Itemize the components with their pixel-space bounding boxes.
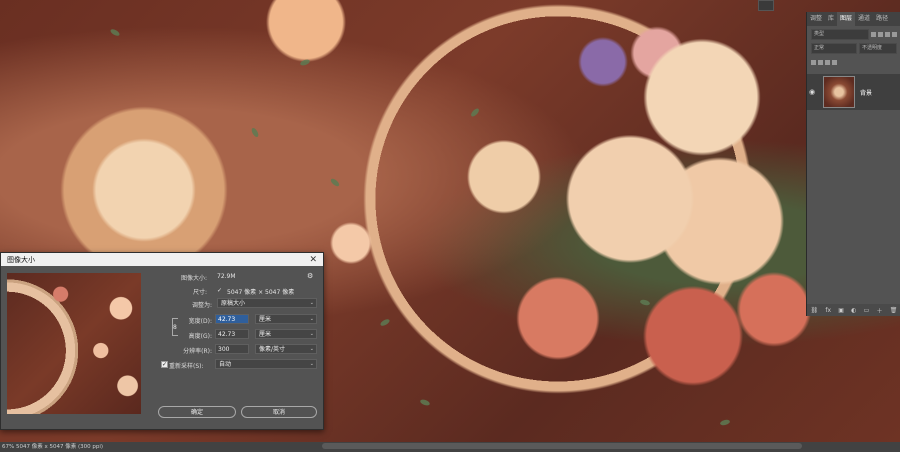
add-mask-icon[interactable]: ▣ [838,307,844,314]
blend-row: 正常 不透明度 [811,43,897,54]
height-input[interactable]: 42.73 [215,329,249,339]
chevron-down-icon: ⌄ [309,361,314,367]
filter-type-icon[interactable] [885,32,890,37]
resolution-label: 分辨率(R): [183,348,212,355]
dimensions-chevron-icon[interactable]: ✓ [217,287,222,294]
layer-name: 背景 [860,89,873,97]
chevron-down-icon: ⌄ [309,331,314,337]
lock-image-icon[interactable] [818,60,823,65]
blend-mode-dropdown[interactable]: 正常 [811,43,857,54]
link-layers-icon[interactable]: ⛓ [811,307,819,314]
layer-thumbnail [823,76,855,108]
lock-all-icon[interactable] [832,60,837,65]
layer-filter-dropdown[interactable]: 类型 [811,29,869,40]
image-size-value: 72.9M [217,273,236,280]
visibility-eye-icon[interactable]: ◉ [807,88,817,96]
layer-filter-row: 类型 [811,29,897,40]
ok-button[interactable]: 确定 [158,406,236,418]
status-text: 67% 5047 像素 x 5047 像素 (300 ppi) [2,444,104,450]
resolution-unit-dropdown[interactable]: 像素/英寸 ⌄ [255,344,317,354]
lock-row [811,57,897,68]
filter-adjust-icon[interactable] [878,32,883,37]
chevron-down-icon: ⌄ [309,316,314,322]
lock-transparent-icon[interactable] [811,60,816,65]
height-unit-dropdown[interactable]: 厘米 ⌄ [255,329,317,339]
new-group-icon[interactable]: ▭ [864,307,870,314]
opacity-field[interactable]: 不透明度 [859,43,897,54]
artwork-leaf [329,177,341,188]
resample-value: 自动 [219,361,232,368]
filter-shape-icon[interactable] [892,32,897,37]
resolution-unit-value: 像素/英寸 [259,346,286,353]
tab-layers[interactable]: 图层 [837,12,856,26]
resample-dropdown[interactable]: 自动 ⌄ [215,359,317,369]
lock-position-icon[interactable] [825,60,830,65]
dimensions-label: 尺寸: [192,289,207,296]
dialog-titlebar[interactable]: 图像大小 ✕ [1,253,323,266]
fit-to-value: 原稿大小 [221,300,246,307]
tab-adjustments[interactable]: 调整 [807,12,825,26]
chevron-down-icon: ⌄ [309,300,314,306]
image-size-label: 图像大小: [180,275,207,282]
constrain-proportions-icon[interactable]: 8 [173,324,177,331]
resample-label: 重新采样(S): [169,363,204,370]
panel-tabs: 调整 库 图层 通道 路径 [807,12,900,26]
fit-to-dropdown[interactable]: 原稿大小 ⌄ [217,298,317,308]
layers-panel: 调整 库 图层 通道 路径 类型 正常 不透明度 ◉ 背景 ⛓ fx ▣ ◐ ▭… [806,12,900,316]
resolution-input[interactable]: 300 [215,344,249,354]
artwork-leaf [469,107,481,118]
tab-paths[interactable]: 路径 [873,12,891,26]
height-unit-value: 厘米 [259,331,272,338]
width-unit-value: 厘米 [259,316,272,323]
resample-checkbox[interactable]: ✓ [161,361,168,368]
width-unit-dropdown[interactable]: 厘米 ⌄ [255,314,317,324]
artwork-leaf [379,317,391,328]
cancel-button[interactable]: 取消 [241,406,317,418]
delete-layer-icon[interactable]: 🗑 [890,307,898,314]
artwork-leaf [109,27,121,38]
dimensions-value: 5047 像素 × 5047 像素 [227,289,295,296]
gear-icon[interactable]: ⚙ [307,272,313,280]
fx-icon[interactable]: fx [825,307,831,314]
filter-pixel-icon[interactable] [871,32,876,37]
artwork-leaf [419,398,431,407]
artwork-leaf [719,418,731,427]
width-input[interactable]: 42.73 [215,314,249,324]
dialog-title: 图像大小 [7,255,35,264]
fit-to-label: 调整为: [191,302,212,309]
tab-libraries[interactable]: 库 [825,12,837,26]
chevron-down-icon: ⌄ [309,346,314,352]
image-preview[interactable] [7,273,141,414]
close-icon[interactable]: ✕ [309,255,317,265]
width-label: 宽度(D): [188,318,212,325]
panel-toggle-icon[interactable] [758,0,774,11]
new-layer-icon[interactable]: ＋ [877,306,883,315]
height-label: 高度(G): [188,333,212,340]
adjustment-layer-icon[interactable]: ◐ [851,307,856,314]
artwork-leaf [299,58,311,67]
layer-row-background[interactable]: ◉ 背景 [807,74,900,110]
artwork-leaf [250,126,260,139]
image-size-dialog: 图像大小 ✕ 图像大小: 72.9M ⚙ 尺寸: ✓ 5047 像素 × 504… [0,252,324,430]
tab-channels[interactable]: 通道 [855,12,873,26]
artwork-leaf [639,298,651,307]
panel-footer: ⛓ fx ▣ ◐ ▭ ＋ 🗑 [807,304,900,316]
horizontal-scrollbar[interactable] [322,443,802,449]
